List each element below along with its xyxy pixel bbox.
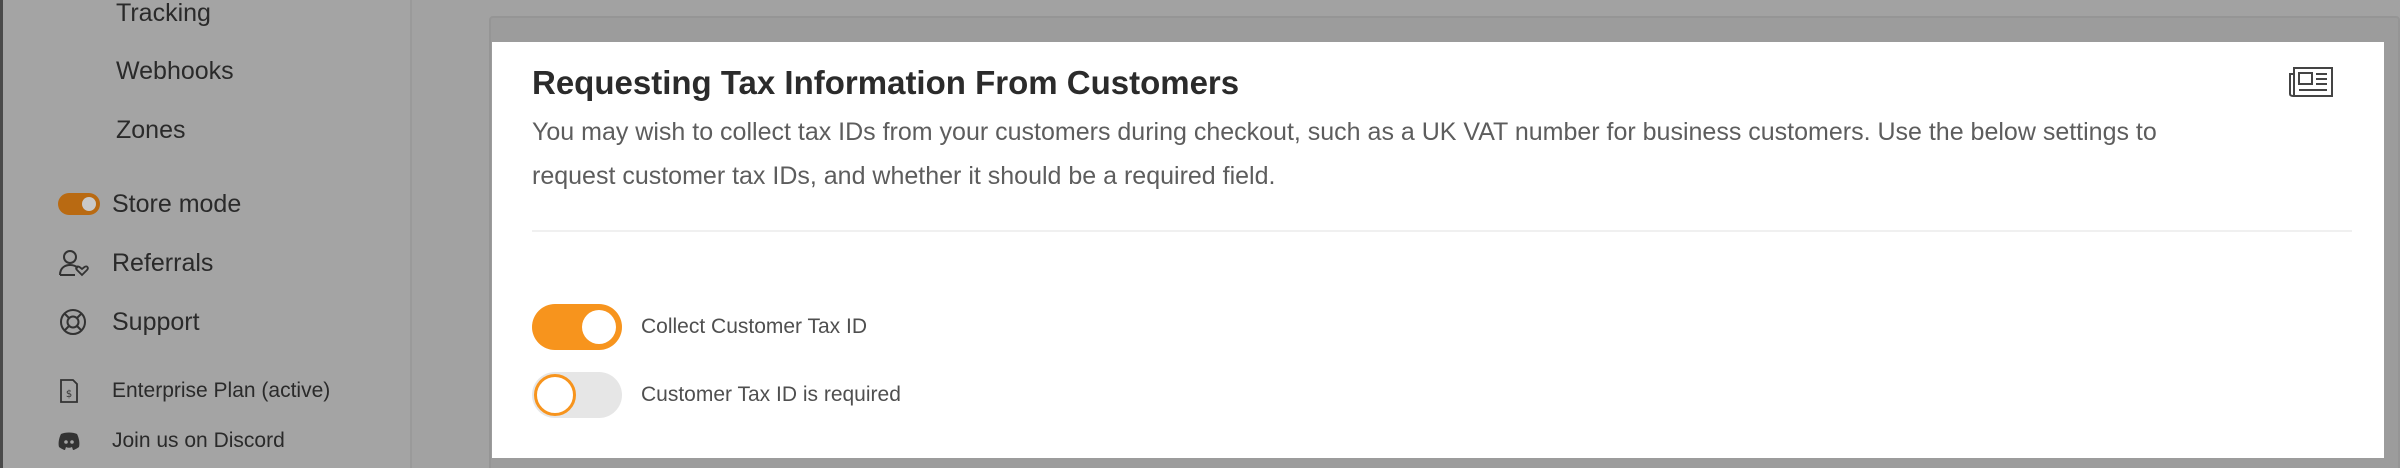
discord-icon	[58, 427, 100, 455]
user-heart-icon	[58, 248, 100, 278]
collect-tax-id-label: Collect Customer Tax ID	[641, 315, 868, 338]
tax-id-required-row: Customer Tax ID is required	[532, 372, 901, 418]
sidebar-item-referrals[interactable]: Referrals	[58, 246, 213, 280]
sidebar-item-tracking[interactable]: Tracking	[116, 0, 211, 28]
invoice-icon: $	[58, 377, 100, 405]
lifebuoy-icon	[58, 307, 100, 337]
collect-tax-id-row: Collect Customer Tax ID	[532, 304, 867, 350]
divider	[532, 230, 2352, 232]
newspaper-icon	[2288, 64, 2336, 100]
tax-info-modal: Requesting Tax Information From Customer…	[492, 42, 2384, 458]
tax-id-required-label: Customer Tax ID is required	[641, 383, 901, 406]
sidebar-item-plan[interactable]: $ Enterprise Plan (active)	[58, 376, 330, 406]
sidebar-item-support[interactable]: Support	[58, 305, 200, 339]
sidebar: Tracking Webhooks Zones Store mode Refer…	[3, 0, 412, 468]
sidebar-item-webhooks[interactable]: Webhooks	[116, 56, 234, 86]
sidebar-item-discord[interactable]: Join us on Discord	[58, 426, 285, 456]
toggle-icon[interactable]	[58, 189, 100, 219]
sidebar-item-label: Enterprise Plan (active)	[112, 379, 331, 402]
collect-tax-id-toggle[interactable]	[532, 304, 622, 350]
sidebar-item-store-mode[interactable]: Store mode	[58, 187, 241, 221]
sidebar-item-zones[interactable]: Zones	[116, 115, 185, 145]
modal-description: You may wish to collect tax IDs from you…	[532, 118, 2157, 190]
sidebar-item-label: Referrals	[112, 248, 214, 277]
sidebar-item-label: Join us on Discord	[112, 429, 285, 452]
sidebar-item-label: Support	[112, 307, 200, 336]
tax-id-required-toggle[interactable]	[532, 372, 622, 418]
sidebar-item-label: Store mode	[112, 189, 242, 218]
modal-title: Requesting Tax Information From Customer…	[532, 64, 1240, 101]
svg-text:$: $	[66, 389, 72, 400]
